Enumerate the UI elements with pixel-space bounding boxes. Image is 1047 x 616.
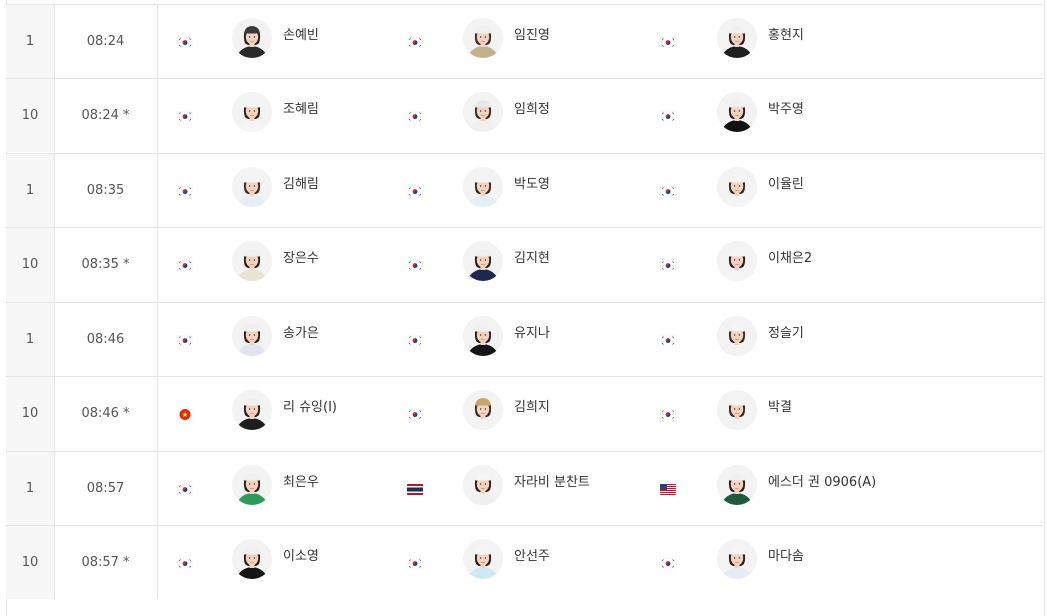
player-name-link[interactable]: 안선주	[514, 545, 550, 564]
tee-time: 08:46	[54, 303, 158, 376]
player-name-link[interactable]: 김희지	[514, 396, 550, 415]
kor-flag-icon	[177, 111, 193, 122]
kor-flag-icon	[177, 260, 193, 271]
player-avatar[interactable]	[463, 390, 503, 430]
player-name-link[interactable]: 최은우	[283, 471, 319, 490]
player-avatar[interactable]	[717, 92, 757, 132]
tee-time: 08:35	[54, 154, 158, 227]
player-name-link[interactable]: 조혜림	[283, 98, 319, 117]
tee-number: 1	[6, 154, 55, 227]
chn-flag-icon	[177, 409, 193, 420]
kor-flag-icon	[407, 335, 423, 346]
player-name-link[interactable]: 박주영	[768, 98, 804, 117]
kor-flag-icon	[407, 186, 423, 197]
player-avatar[interactable]	[717, 465, 757, 505]
usa-flag-icon	[660, 484, 676, 495]
player-avatar[interactable]	[463, 465, 503, 505]
player-name-link[interactable]: 박결	[768, 396, 792, 415]
tee-time: 08:57	[54, 452, 158, 525]
player-avatar[interactable]	[463, 167, 503, 207]
kor-flag-icon	[407, 111, 423, 122]
kor-flag-icon	[660, 335, 676, 346]
player-name-link[interactable]: 리 슈잉(I)	[283, 396, 337, 415]
table-row: 1 08:35 김해림 박도영 이율린	[6, 153, 1043, 227]
table-row: 1 08:46 송가은 유지나 정슬기	[6, 302, 1043, 376]
kor-flag-icon	[660, 409, 676, 420]
player-name-link[interactable]: 임희정	[514, 98, 550, 117]
player-avatar[interactable]	[232, 241, 272, 281]
player-avatar[interactable]	[463, 92, 503, 132]
player-name-link[interactable]: 임진영	[514, 24, 550, 43]
player-avatar[interactable]	[717, 390, 757, 430]
player-avatar[interactable]	[232, 465, 272, 505]
kor-flag-icon	[660, 558, 676, 569]
kor-flag-icon	[660, 111, 676, 122]
kor-flag-icon	[660, 260, 676, 271]
player-name-link[interactable]: 자라비 분찬트	[514, 471, 590, 490]
player-avatar[interactable]	[717, 167, 757, 207]
player-avatar[interactable]	[232, 316, 272, 356]
player-name-link[interactable]: 김지현	[514, 247, 550, 266]
tee-number: 10	[6, 79, 55, 152]
tee-time: 08:35 *	[54, 228, 158, 301]
table-row: 10 08:24 * 조혜림 임희정 박주영	[6, 78, 1043, 152]
tee-number: 10	[6, 526, 55, 599]
tee-time: 08:57 *	[54, 526, 158, 599]
player-avatar[interactable]	[463, 241, 503, 281]
player-avatar[interactable]	[463, 316, 503, 356]
player-name-link[interactable]: 정슬기	[768, 322, 804, 341]
table-row: 10 08:57 * 이소영 안선주 마다솜	[6, 525, 1043, 599]
table-row: 10 08:46 * 리 슈잉(I) 김희지 박결	[6, 376, 1043, 450]
player-name-link[interactable]: 이소영	[283, 545, 319, 564]
player-name-link[interactable]: 마다솜	[768, 545, 804, 564]
player-avatar[interactable]	[463, 539, 503, 579]
kor-flag-icon	[177, 558, 193, 569]
player-name-link[interactable]: 송가은	[283, 322, 319, 341]
player-name-link[interactable]: 장은수	[283, 247, 319, 266]
tee-number: 10	[6, 228, 55, 301]
table-row: 1 08:24 손예빈 임진영 홍현지	[6, 4, 1043, 78]
player-name-link[interactable]: 이채은2	[768, 247, 812, 266]
player-avatar[interactable]	[232, 92, 272, 132]
player-name-link[interactable]: 유지나	[514, 322, 550, 341]
tha-flag-icon	[407, 484, 423, 495]
tee-time-table: 1 08:24 손예빈 임진영 홍현지 10 08:24 * 조혜림 임희정 박…	[0, 0, 1047, 616]
table-row: 1 08:57 최은우 자라비 분찬트 에스더 권 0906(A)	[6, 451, 1043, 525]
player-avatar[interactable]	[463, 18, 503, 58]
tee-number: 10	[6, 377, 55, 450]
kor-flag-icon	[407, 37, 423, 48]
kor-flag-icon	[660, 37, 676, 48]
tee-number: 1	[6, 5, 55, 78]
kor-flag-icon	[407, 558, 423, 569]
kor-flag-icon	[177, 484, 193, 495]
player-avatar[interactable]	[717, 539, 757, 579]
player-name-link[interactable]: 에스더 권 0906(A)	[768, 471, 876, 490]
player-avatar[interactable]	[232, 167, 272, 207]
player-name-link[interactable]: 박도영	[514, 173, 550, 192]
kor-flag-icon	[177, 186, 193, 197]
kor-flag-icon	[407, 409, 423, 420]
tee-time: 08:24 *	[54, 79, 158, 152]
player-avatar[interactable]	[232, 390, 272, 430]
tee-time: 08:24	[54, 5, 158, 78]
kor-flag-icon	[407, 260, 423, 271]
player-name-link[interactable]: 김해림	[283, 173, 319, 192]
player-name-link[interactable]: 손예빈	[283, 24, 319, 43]
kor-flag-icon	[660, 186, 676, 197]
table-row: 10 08:35 * 장은수 김지현 이채은2	[6, 227, 1043, 301]
tee-number: 1	[6, 303, 55, 376]
player-name-link[interactable]: 이율린	[768, 173, 804, 192]
player-avatar[interactable]	[717, 18, 757, 58]
kor-flag-icon	[177, 37, 193, 48]
player-name-link[interactable]: 홍현지	[768, 24, 804, 43]
kor-flag-icon	[177, 335, 193, 346]
tee-number: 1	[6, 452, 55, 525]
player-avatar[interactable]	[717, 316, 757, 356]
tee-time: 08:46 *	[54, 377, 158, 450]
player-avatar[interactable]	[232, 18, 272, 58]
player-avatar[interactable]	[232, 539, 272, 579]
player-avatar[interactable]	[717, 241, 757, 281]
